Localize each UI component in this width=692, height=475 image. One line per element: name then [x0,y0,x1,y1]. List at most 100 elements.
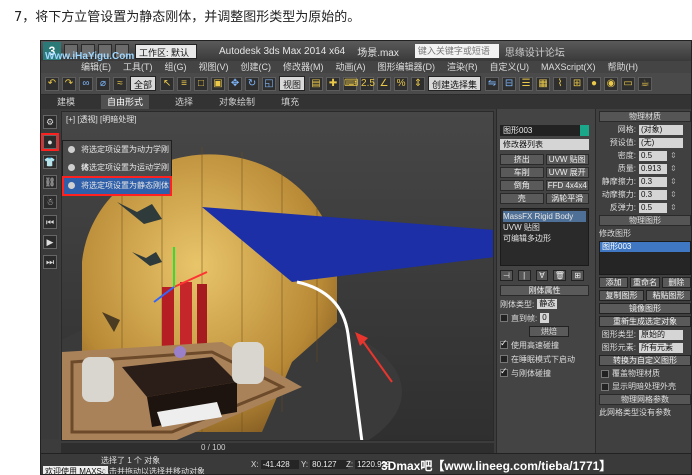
mirror-shape-button[interactable]: 镜像图形 [599,303,691,314]
menu-create[interactable]: 创建(C) [241,61,272,73]
named-selection-set-select[interactable]: 创建选择集 [428,76,482,91]
bounciness-value[interactable]: 0.5 [639,202,667,213]
uvw-map-button[interactable]: UVW 贴图 [545,154,589,165]
rectangular-selection-icon[interactable]: □ [194,76,209,91]
density-value[interactable]: 0.5 [639,150,667,161]
menu-rendering[interactable]: 渲染(R) [447,61,478,73]
rigid-body-icon[interactable]: ● [41,133,59,151]
ragdoll-icon[interactable]: ☃ [43,195,57,209]
copy-shape-button[interactable]: 复制图形 [599,290,644,301]
rename-shape-button[interactable]: 重命名 [630,277,660,288]
tab-modeling[interactable]: 建模 [57,95,75,109]
make-unique-icon[interactable]: ∀ [535,270,549,281]
move-icon[interactable]: ✥ [228,76,243,91]
spinner-icon[interactable]: ⇕ [670,151,677,160]
viewport-label[interactable]: [+] [透视] [明暗处理] [66,114,136,125]
time-slider[interactable]: 0 / 100 [61,443,494,453]
play-simulation-icon[interactable]: ▶ [43,235,57,249]
massfx-tools-icon[interactable]: ⚙ [43,115,57,129]
tab-object-paint[interactable]: 对象绘制 [219,95,255,109]
high-speed-checkbox[interactable] [500,338,508,349]
render-frame-icon[interactable]: ▭ [621,76,636,91]
preset-select[interactable]: (无) [639,137,683,148]
pivot-center-icon[interactable]: ▤ [309,76,324,91]
configure-sets-icon[interactable]: ⊞ [571,270,584,281]
spinner-icon[interactable]: ⇕ [670,177,677,186]
unwrap-uvw-button[interactable]: UVW 展开 [545,167,589,178]
spinner-icon[interactable]: ⇕ [670,164,677,173]
shell-button[interactable]: 壳 [500,193,544,204]
menu-modifiers[interactable]: 修改器(M) [283,61,324,73]
menu-views[interactable]: 视图(V) [199,61,229,73]
physical-shapes-header[interactable]: 物理图形 [599,215,691,226]
display-hull-checkbox[interactable] [601,382,609,391]
search-input[interactable]: 键入关键字或短语 [414,44,499,58]
bake-button[interactable]: 烘焙 [529,326,569,337]
paste-shape-button[interactable]: 粘贴图形 [646,290,691,301]
extrude-button[interactable]: 挤出 [500,154,544,165]
menu-tools[interactable]: 工具(T) [123,61,153,73]
render-setup-icon[interactable]: ◉ [604,76,619,91]
link-icon[interactable]: ∞ [79,76,93,91]
align-icon[interactable]: ⊟ [502,76,517,91]
ffd-button[interactable]: FFD 4x4x4 [545,180,589,191]
bind-space-warp-icon[interactable]: ≈ [113,76,127,91]
modifier-list-select[interactable]: 修改器列表 [500,139,589,150]
angle-snap-icon[interactable]: ∠ [377,76,392,91]
y-coordinate[interactable]: Y: 80.127 [301,460,349,469]
mesh-params-header[interactable]: 物理网格参数 [599,394,691,405]
menu-edit[interactable]: 编辑(E) [81,61,111,73]
redo-icon[interactable]: ↷ [62,76,76,91]
shape-list[interactable]: 图形003 [599,241,691,275]
y-value[interactable]: 80.127 [310,460,349,469]
maxscript-listener[interactable]: 欢迎使用 MAXSc [43,466,108,474]
reference-coordinate-select[interactable]: 视图 [279,76,306,91]
add-shape-button[interactable]: 添加 [599,277,629,288]
selection-filter-select[interactable]: 全部 [130,76,157,91]
rigid-body-properties-header[interactable]: 刚体属性 [500,285,589,296]
rotate-icon[interactable]: ↻ [245,76,260,91]
tab-populate[interactable]: 填充 [281,95,299,109]
stack-item-editable-poly[interactable]: 可编辑多边形 [503,233,586,244]
bevel-button[interactable]: 倒角 [500,180,544,191]
physical-material-header[interactable]: 物理材质 [599,111,691,122]
object-name[interactable]: 图形003 [503,126,532,135]
sleep-checkbox[interactable] [500,355,508,363]
static-friction-value[interactable]: 0.3 [639,176,667,187]
undo-icon[interactable]: ↶ [45,76,59,91]
spinner-icon[interactable]: ⇕ [670,190,677,199]
snap-toggle-icon[interactable]: 2.5 [360,76,375,91]
menu-group[interactable]: 组(G) [165,61,187,73]
lathe-button[interactable]: 车削 [500,167,544,178]
until-frame-value[interactable]: 0 [540,313,549,323]
tab-selection[interactable]: 选择 [175,95,193,109]
menu-maxscript[interactable]: MAXScript(X) [541,61,596,73]
spinner-icon[interactable]: ⇕ [670,203,677,212]
percent-snap-icon[interactable]: % [394,76,409,91]
convert-custom-shape-button[interactable]: 转换为自定义图形 [599,355,691,366]
select-object-icon[interactable]: ↖ [160,76,175,91]
material-editor-icon[interactable]: ● [587,76,602,91]
constraint-icon[interactable]: ⛓ [43,175,57,189]
tab-freeform[interactable]: 自由形式 [101,95,150,109]
show-end-result-icon[interactable]: | [517,270,531,281]
keyboard-shortcut-icon[interactable]: ⌨ [343,76,358,91]
menu-graph-editors[interactable]: 图形编辑器(D) [378,61,436,73]
menu-animation[interactable]: 动画(A) [336,61,366,73]
cloth-icon[interactable]: 👕 [43,155,57,169]
schematic-view-icon[interactable]: ⊞ [570,76,585,91]
mirror-icon[interactable]: ⇋ [485,76,500,91]
set-dynamic-rigid-body-option[interactable]: 将选定项设置为动力学刚体 [63,141,171,172]
scale-icon[interactable]: ◱ [262,76,277,91]
delete-shape-button[interactable]: 删除 [661,277,691,288]
remove-modifier-icon[interactable]: 🗑 [553,270,567,281]
menu-customize[interactable]: 自定义(U) [490,61,530,73]
workspace-select[interactable]: 工作区: 默认 [135,43,197,59]
window-crossing-icon[interactable]: ▣ [211,76,226,91]
pin-stack-icon[interactable]: ⊣ [500,270,513,281]
shape-type-select[interactable]: 原始的 [639,329,683,340]
spinner-snap-icon[interactable]: ⇕ [411,76,426,91]
menu-help[interactable]: 帮助(H) [608,61,639,73]
shape-list-item[interactable]: 图形003 [600,242,690,252]
mass-value[interactable]: 0.913 [639,163,667,174]
